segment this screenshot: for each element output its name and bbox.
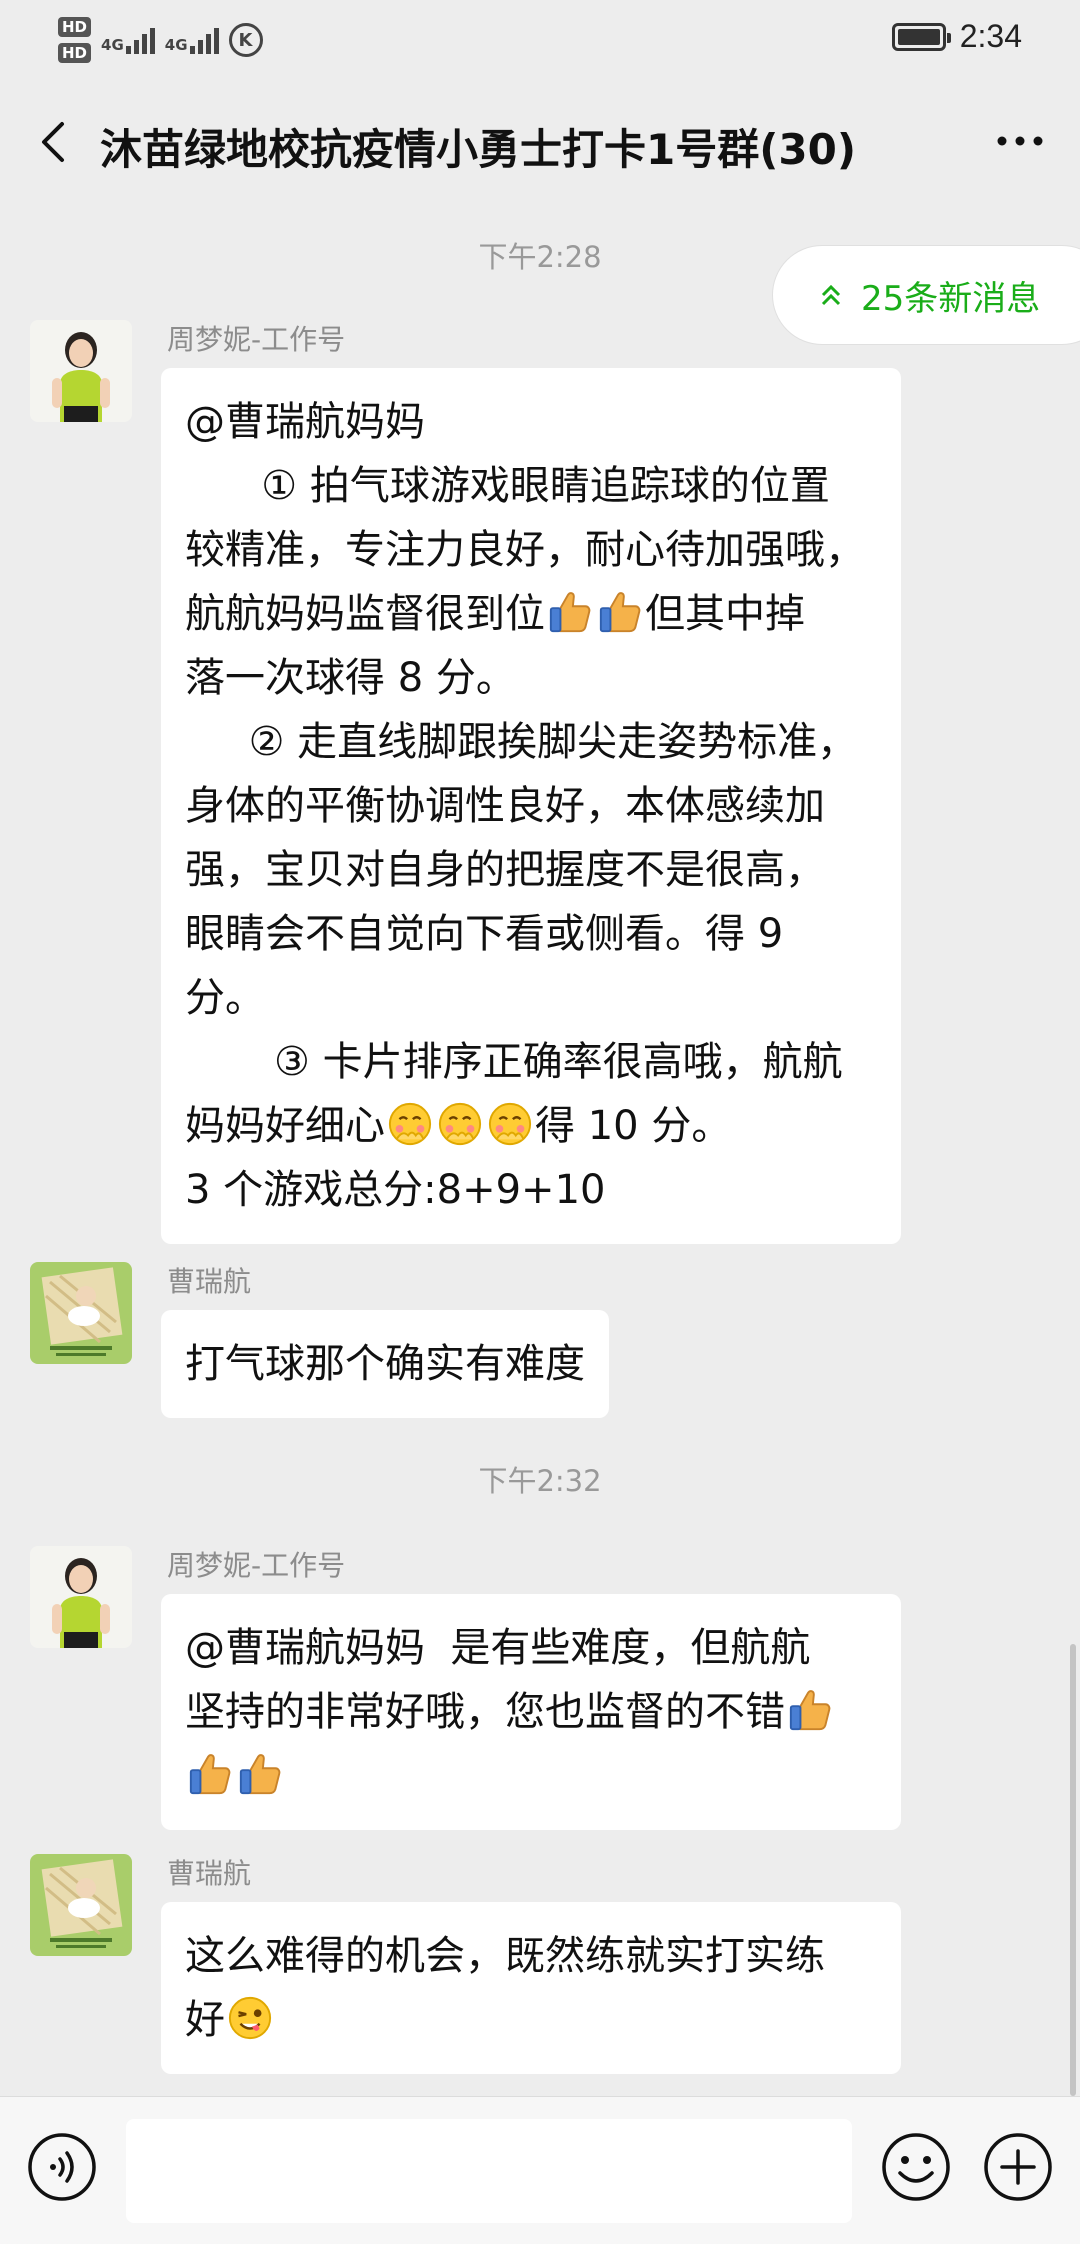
status-left: HD HD 4G 4G K (58, 10, 263, 70)
message-line: 较精准，专注力良好，耐心待加强哦， (185, 527, 865, 573)
signal-icon-1: 4G (101, 26, 155, 54)
plus-icon[interactable] (982, 2131, 1054, 2203)
shy-icon (437, 1101, 483, 1147)
message-line: @曹瑞航妈妈 是有些难度，但航航 (185, 1625, 811, 1671)
new-messages-label: 25条新消息 (861, 278, 1041, 319)
message-line: ② 走直线脚跟挨脚尖走姿势标准， (185, 719, 858, 765)
hd-badge-1: HD (58, 17, 92, 37)
message-list[interactable]: 下午2:28 周梦妮-工作号 @曹瑞航妈妈 ① 拍气球游戏眼睛追踪球的位置 较精… (0, 204, 1080, 2096)
message-text: 坚持的非常好哦，您也监督的不错 (185, 1689, 785, 1735)
message-line: 强，宝贝对自身的把握度不是很高， (185, 847, 825, 893)
message-input[interactable] (126, 2119, 852, 2223)
thumbs-up-icon (787, 1687, 833, 1733)
sender-name: 周梦妮-工作号 (167, 323, 346, 356)
message-bubble[interactable]: 这么难得的机会，既然练就实打实练 好 (161, 1902, 901, 2074)
message-line: 3 个游戏总分:8+9+10 (185, 1167, 606, 1213)
message-line: 航航妈妈监督很到位 但其中掉 (185, 582, 877, 646)
avatar[interactable] (30, 1546, 132, 1648)
scrollbar-thumb[interactable] (1070, 1644, 1076, 2096)
message-text: 妈妈好细心 (185, 1103, 385, 1149)
message-line: @曹瑞航妈妈 (185, 399, 425, 445)
message-text: 好 (185, 1997, 225, 2043)
message-text: 打气球那个确实有难度 (185, 1341, 585, 1387)
message-line: 这么难得的机会，既然练就实打实练 (185, 1933, 825, 1979)
shy-icon (387, 1101, 433, 1147)
sender-name: 曹瑞航 (167, 1265, 252, 1298)
wink-tongue-icon (227, 1995, 273, 2041)
back-arrow-icon[interactable] (32, 118, 80, 166)
timestamp: 下午2:32 (478, 1464, 602, 1498)
message-bubble[interactable]: 打气球那个确实有难度 (161, 1310, 609, 1418)
status-right: 2:34 (891, 18, 1022, 55)
thumbs-up-icon (597, 589, 643, 635)
signal-icon-2: 4G (165, 26, 219, 54)
status-bar: HD HD 4G 4G K 2:34 (0, 0, 1080, 80)
double-chevron-up-icon (821, 284, 841, 306)
more-options-icon[interactable] (990, 116, 1050, 166)
input-bar (0, 2096, 1080, 2244)
emoji-icon[interactable] (880, 2131, 952, 2203)
message-bubble[interactable]: @曹瑞航妈妈 ① 拍气球游戏眼睛追踪球的位置 较精准，专注力良好，耐心待加强哦，… (161, 368, 901, 1244)
message-line: 坚持的非常好哦，您也监督的不错 (185, 1680, 877, 1744)
message-line: 好 (185, 1988, 877, 2052)
message-text: 得 10 分。 (535, 1103, 732, 1149)
new-messages-button[interactable]: 25条新消息 (772, 245, 1080, 345)
message-text: 但其中掉 (645, 591, 805, 637)
network-type-2: 4G (164, 36, 188, 54)
thumbs-up-icon (237, 1751, 283, 1797)
message-line: ③ 卡片排序正确率很高哦，航航 (185, 1039, 843, 1085)
status-time: 2:34 (959, 18, 1022, 54)
message-bubble[interactable]: @曹瑞航妈妈 是有些难度，但航航 坚持的非常好哦，您也监督的不错 (161, 1594, 901, 1830)
message-line (185, 1744, 877, 1808)
avatar[interactable] (30, 320, 132, 422)
network-type-1: 4G (101, 36, 124, 54)
message-line: 妈妈好细心 得 10 分。 (185, 1094, 877, 1158)
avatar[interactable] (30, 1262, 132, 1364)
message-line: 分。 (185, 975, 265, 1021)
k-app-icon: K (228, 23, 263, 57)
thumbs-up-icon (187, 1751, 233, 1797)
message-text: 航航妈妈监督很到位 (185, 591, 545, 637)
chat-title: 沐苗绿地校抗疫情小勇士打卡1号群(30) (100, 125, 857, 174)
avatar[interactable] (30, 1854, 132, 1956)
battery-icon (891, 22, 951, 51)
message-line: ① 拍气球游戏眼睛追踪球的位置 (185, 463, 830, 509)
message-line: 眼睛会不自觉向下看或侧看。得 9 (185, 911, 784, 957)
sender-name: 周梦妮-工作号 (167, 1549, 346, 1582)
chat-header: 沐苗绿地校抗疫情小勇士打卡1号群(30) (0, 80, 1080, 204)
thumbs-up-icon (547, 589, 593, 635)
shy-icon (487, 1101, 533, 1147)
message-line: 落一次球得 8 分。 (185, 655, 516, 701)
sender-name: 曹瑞航 (167, 1857, 252, 1890)
hd-badge-2: HD (58, 43, 92, 63)
voice-input-icon[interactable] (26, 2131, 98, 2203)
message-line: 身体的平衡协调性良好，本体感续加 (185, 783, 825, 829)
